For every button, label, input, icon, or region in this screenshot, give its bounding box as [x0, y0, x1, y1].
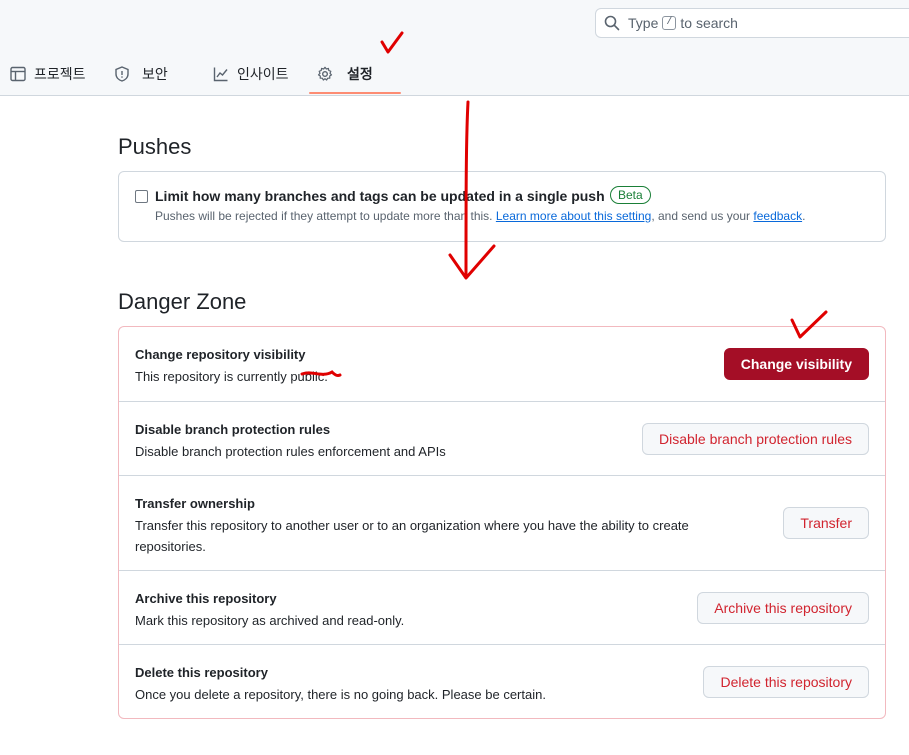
tab-security[interactable]: 보안 [114, 52, 168, 95]
delete-repository-button[interactable]: Delete this repository [703, 666, 869, 698]
danger-row-description: Mark this repository as archived and rea… [135, 613, 405, 628]
danger-row-title: Disable branch protection rules [135, 422, 331, 437]
danger-zone-heading: Danger Zone [118, 289, 247, 314]
pushes-heading: Pushes [118, 134, 192, 159]
transfer-button[interactable]: Transfer [783, 507, 869, 539]
search-placeholder-suffix: to search [680, 15, 738, 31]
push-desc-text: Pushes will be rejected if they attempt … [155, 209, 493, 223]
search-placeholder-prefix: Type [628, 15, 659, 31]
learn-more-link[interactable]: Learn more about this setting [496, 209, 651, 223]
search-input[interactable]: Type / to search [595, 8, 909, 38]
tab-projects[interactable]: 프로젝트 [10, 52, 86, 95]
shield-icon [115, 65, 129, 82]
danger-row-branch-protection: Disable branch protection rules Disable … [119, 401, 885, 475]
active-tab-indicator [309, 92, 401, 94]
tab-label: 설정 [347, 65, 373, 82]
danger-row-description: Transfer this repository to another user… [135, 518, 689, 554]
tab-insights[interactable]: 인사이트 [213, 52, 289, 95]
push-limit-label[interactable]: Limit how many branches and tags can be … [155, 188, 605, 204]
beta-badge: Beta [610, 186, 651, 204]
push-limit-checkbox[interactable] [135, 190, 148, 203]
danger-row-title: Change repository visibility [135, 347, 306, 362]
push-limit-description: Pushes will be rejected if they attempt … [155, 209, 805, 223]
danger-row-archive: Archive this repository Mark this reposi… [119, 570, 885, 644]
graph-icon [213, 67, 228, 81]
search-icon [604, 15, 620, 31]
pushes-box: Limit how many branches and tags can be … [118, 171, 886, 242]
danger-zone-box: Change repository visibility This reposi… [118, 326, 886, 719]
disable-branch-protection-button[interactable]: Disable branch protection rules [642, 423, 869, 455]
feedback-link[interactable]: feedback [753, 209, 802, 223]
tab-label: 보안 [142, 65, 168, 82]
gear-icon [317, 66, 333, 81]
danger-row-description: This repository is currently public. [135, 369, 328, 384]
tab-label: 프로젝트 [34, 65, 86, 82]
tab-settings[interactable]: 설정 [317, 52, 373, 95]
repo-header: Type / to search 프로젝트 보안 인사이트 설정 [0, 0, 909, 96]
table-icon [10, 66, 26, 81]
danger-row-transfer: Transfer ownership Transfer this reposit… [119, 475, 885, 570]
danger-row-title: Archive this repository [135, 591, 277, 606]
change-visibility-button[interactable]: Change visibility [723, 348, 869, 380]
search-shortcut-key: / [662, 16, 677, 30]
danger-row-visibility: Change repository visibility This reposi… [119, 327, 885, 401]
arrow-annotation-head [448, 244, 496, 280]
push-desc-middle: , and send us your [651, 209, 751, 223]
archive-repository-button[interactable]: Archive this repository [697, 592, 869, 624]
danger-row-description: Once you delete a repository, there is n… [135, 687, 546, 702]
tab-label: 인사이트 [237, 65, 289, 82]
danger-row-description: Disable branch protection rules enforcem… [135, 444, 446, 459]
danger-row-title: Delete this repository [135, 665, 268, 680]
danger-row-delete: Delete this repository Once you delete a… [119, 644, 885, 718]
push-desc-end: . [802, 209, 806, 223]
danger-row-title: Transfer ownership [135, 496, 255, 511]
